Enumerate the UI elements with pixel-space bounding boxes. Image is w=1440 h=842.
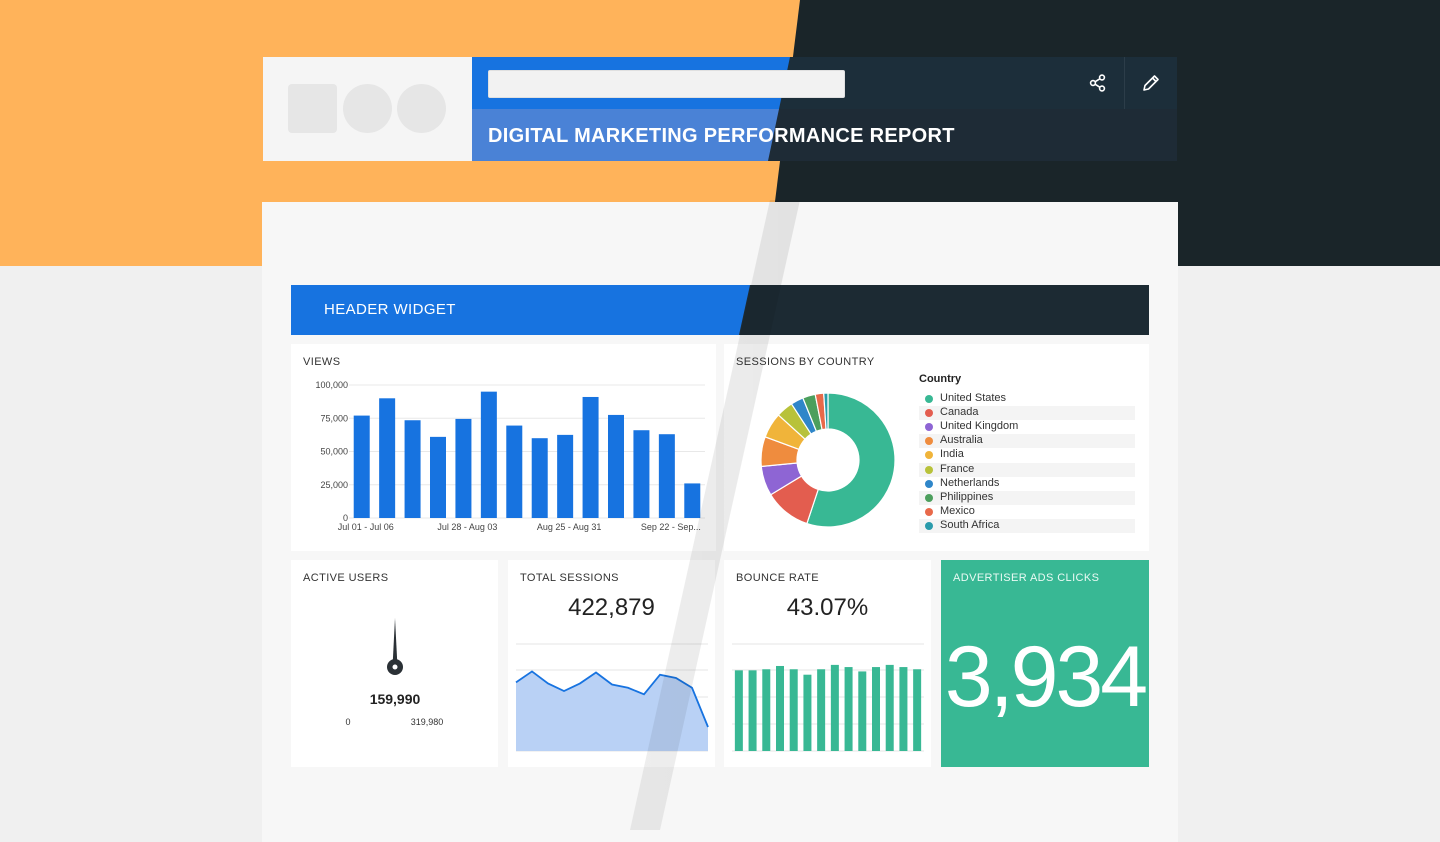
legend-item[interactable]: Mexico: [919, 505, 1135, 519]
gauge-max-label: 319,980: [411, 717, 444, 727]
legend-color-swatch: [925, 451, 933, 460]
views-y-tick-label: 50,000: [320, 447, 348, 457]
share-icon: [1089, 74, 1106, 92]
legend-color-swatch: [925, 423, 933, 432]
legend-item[interactable]: Netherlands: [919, 477, 1135, 491]
bounce-bar[interactable]: [844, 667, 853, 751]
legend-label: India: [940, 448, 964, 461]
views-bar[interactable]: [633, 430, 650, 518]
bounce-bar[interactable]: [789, 669, 798, 751]
views-y-tick-label: 100,000: [315, 380, 348, 390]
active-users-gauge: 159,990 0 319,980: [345, 618, 444, 727]
logo-square-shape: [288, 84, 337, 133]
legend-label: Australia: [940, 434, 983, 447]
advertiser-ads-clicks-value: 3,934: [944, 629, 1148, 725]
views-bar[interactable]: [506, 425, 523, 518]
legend-item[interactable]: United States: [919, 392, 1135, 406]
search-input[interactable]: [488, 70, 845, 98]
bounce-bar[interactable]: [913, 669, 922, 751]
pencil-icon: [1143, 75, 1159, 91]
report-title: DIGITAL MARKETING PERFORMANCE REPORT: [488, 125, 955, 147]
views-bar[interactable]: [480, 391, 497, 518]
legend-label: South Africa: [940, 518, 1000, 531]
share-button[interactable]: [1072, 57, 1124, 109]
views-y-tick-label: 75,000: [320, 413, 348, 423]
bounce-bar[interactable]: [817, 669, 826, 751]
legend-color-swatch: [925, 409, 933, 418]
logo-circle-shape: [397, 84, 446, 133]
legend-color-swatch: [925, 493, 933, 502]
legend-label: Philippines: [940, 490, 994, 503]
legend-item[interactable]: India: [919, 448, 1135, 462]
gauge-hub-center: [392, 664, 398, 670]
legend-item[interactable]: South Africa: [919, 518, 1135, 533]
views-bar[interactable]: [455, 418, 472, 518]
views-x-tick-label: Jul 28 - Aug 03: [437, 522, 497, 532]
bounce-bar[interactable]: [885, 664, 894, 751]
bounce-bar[interactable]: [830, 664, 839, 751]
report-header: DIGITAL MARKETING PERFORMANCE REPORT: [472, 57, 1177, 161]
legend-color-swatch: [925, 507, 933, 516]
views-bar[interactable]: [557, 434, 574, 518]
views-bar[interactable]: [379, 398, 396, 518]
bounce-bar[interactable]: [762, 669, 771, 751]
logo-circle-shape: [343, 84, 392, 133]
legend-title: Country: [919, 373, 962, 385]
legend-label: United Kingdom: [940, 420, 1019, 433]
bounce-bar[interactable]: [748, 670, 757, 751]
legend-label: Mexico: [940, 504, 975, 517]
views-bar[interactable]: [404, 420, 421, 518]
views-bar[interactable]: [430, 436, 446, 518]
advertiser-ads-clicks-widget[interactable]: ADVERTISER ADS CLICKS 3,934: [941, 560, 1149, 767]
legend-item[interactable]: France: [919, 462, 1135, 477]
views-bar[interactable]: [658, 434, 675, 518]
legend-color-swatch: [925, 465, 933, 474]
legend-label: Netherlands: [940, 476, 1000, 489]
legend-item[interactable]: United Kingdom: [919, 420, 1135, 434]
legend-label: Canada: [940, 406, 979, 419]
views-x-tick-label: Aug 25 - Aug 31: [537, 522, 602, 532]
bounce-bar[interactable]: [803, 674, 812, 751]
legend-label: France: [940, 462, 975, 475]
sessions-area-fill: [516, 671, 708, 751]
views-bar[interactable]: [684, 483, 701, 518]
views-x-tick-label: Jul 01 - Jul 06: [338, 522, 394, 532]
legend-item[interactable]: Australia: [919, 434, 1135, 449]
legend-color-swatch: [925, 395, 933, 403]
views-x-tick-label: Sep 22 - Sep...: [641, 522, 701, 532]
legend-label: United States: [940, 392, 1007, 404]
gauge-value: 159,990: [370, 691, 421, 707]
edit-button[interactable]: [1125, 57, 1177, 109]
legend-item[interactable]: Philippines: [919, 490, 1135, 505]
legend-item[interactable]: Canada: [919, 406, 1135, 421]
bounce-rate-bar-chart: [732, 643, 924, 752]
legend-color-swatch: [925, 437, 933, 446]
advertiser-ads-clicks-title: ADVERTISER ADS CLICKS: [953, 572, 1100, 584]
gauge-min-label: 0: [345, 717, 350, 727]
views-bar[interactable]: [531, 438, 548, 518]
bounce-rate-widget[interactable]: BOUNCE RATE 43.07%: [724, 560, 931, 767]
views-bar[interactable]: [353, 415, 370, 518]
bounce-bar[interactable]: [872, 667, 880, 751]
total-sessions-area-chart: [515, 643, 709, 752]
total-sessions-widget[interactable]: TOTAL SESSIONS 422,879: [508, 560, 715, 767]
bounce-bar[interactable]: [776, 665, 784, 751]
views-y-tick-label: 25,000: [320, 480, 348, 490]
views-bar-chart: 025,00050,00075,000100,000Jul 01 - Jul 0…: [315, 380, 705, 532]
views-bar[interactable]: [608, 414, 624, 518]
views-bar[interactable]: [582, 396, 599, 518]
logo-placeholder: [263, 57, 472, 161]
header-widget-label: HEADER WIDGET: [324, 301, 456, 318]
legend-color-swatch: [925, 521, 933, 530]
bounce-bar[interactable]: [899, 667, 908, 751]
legend-color-swatch: [925, 479, 933, 488]
active-users-widget[interactable]: ACTIVE USERS 159,990 0 319,980: [291, 560, 498, 767]
views-widget[interactable]: VIEWS 0 25,000 50,000 75,000 100,000 Jul 01 -…: [291, 344, 716, 551]
bounce-bar[interactable]: [858, 671, 867, 751]
bounce-bar[interactable]: [734, 670, 743, 751]
header-widget: HEADER WIDGET: [291, 285, 1149, 335]
